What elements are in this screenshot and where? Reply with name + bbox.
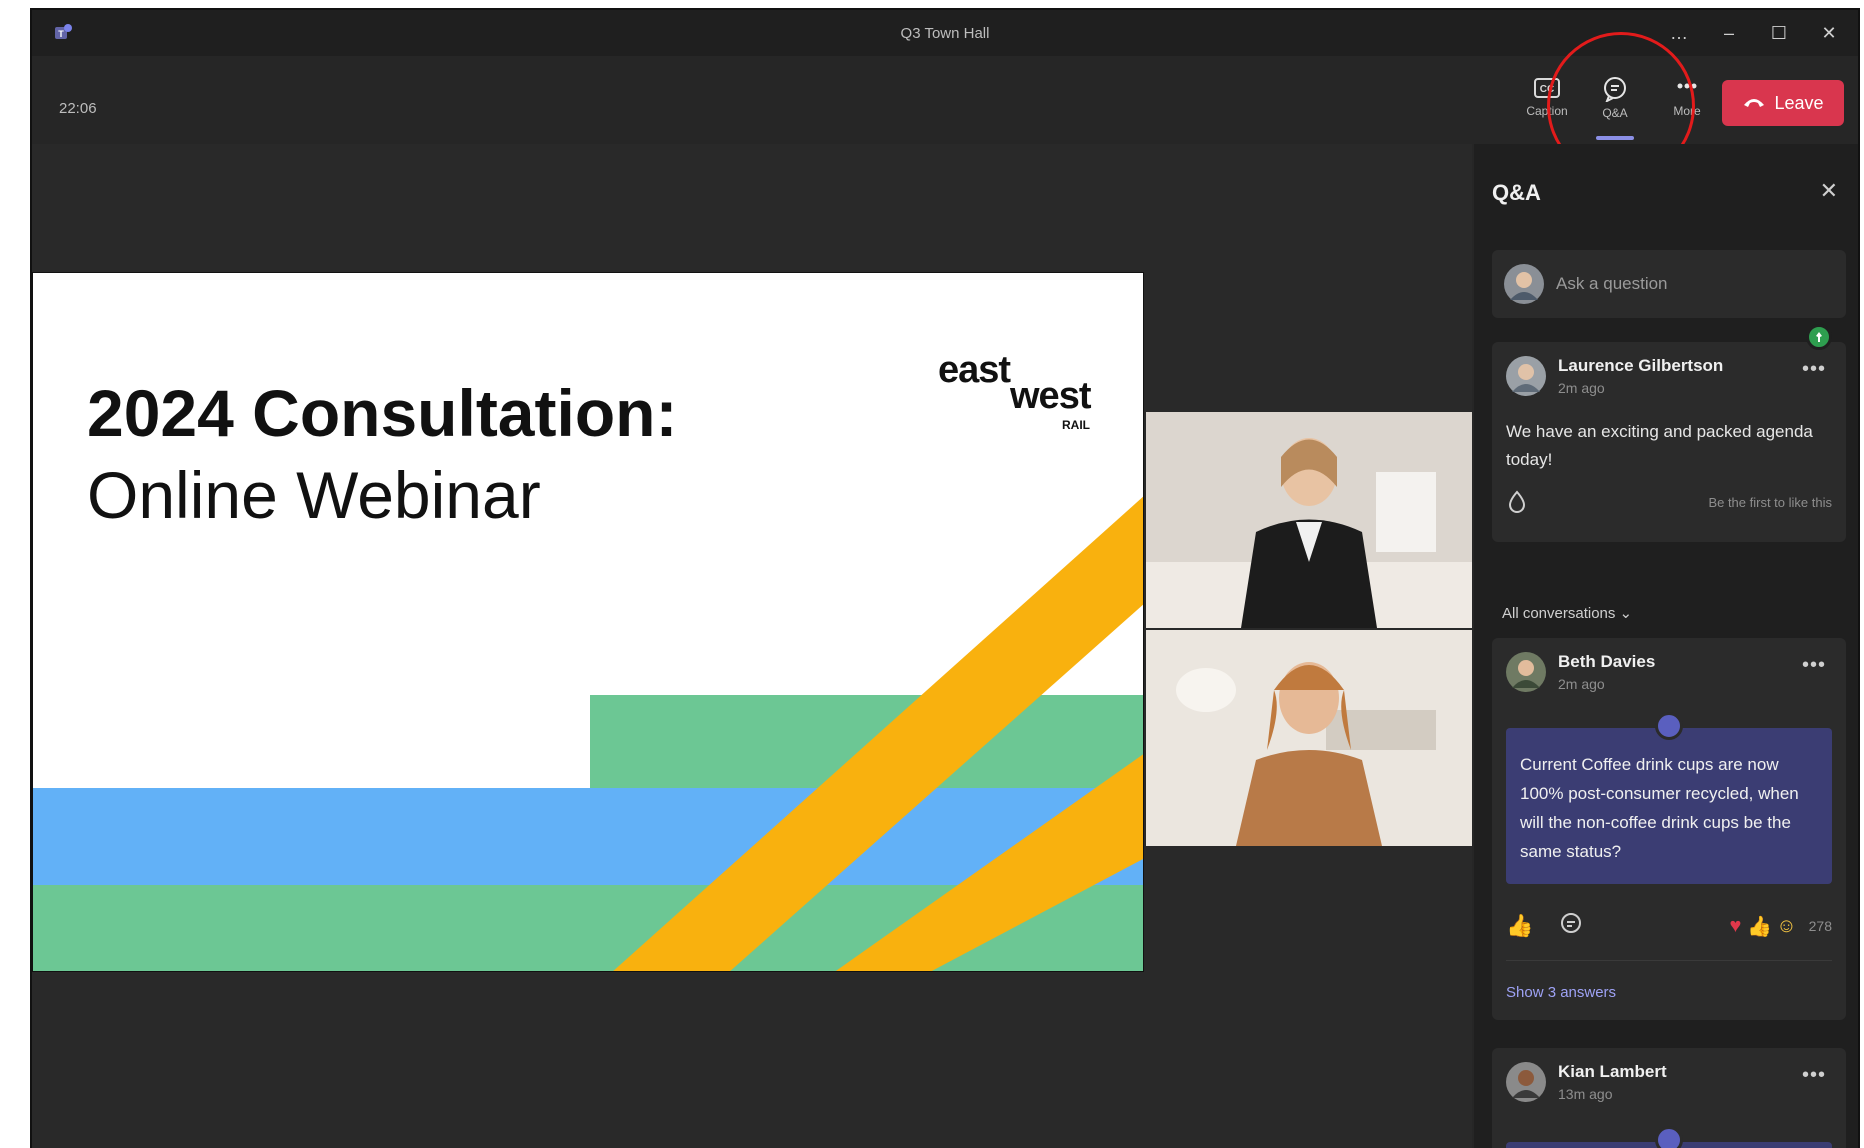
maximize-button[interactable]: ☐	[1754, 18, 1804, 48]
qa-panel: Q&A ✕ Ask a question Laurence Gilbertson…	[1474, 144, 1858, 1148]
participant-video-1[interactable]	[1146, 412, 1472, 628]
question-card: Beth Davies 2m ago ••• Current Coffee dr…	[1492, 638, 1846, 1020]
leave-button[interactable]: Leave	[1722, 80, 1844, 126]
avatar	[1506, 356, 1546, 396]
like-icon[interactable]	[1506, 490, 1528, 517]
slide-subtitle: Online Webinar	[87, 458, 541, 532]
show-answers-link[interactable]: Show 3 answers	[1506, 984, 1616, 1001]
author-name: Laurence Gilbertson	[1558, 356, 1724, 375]
author-name: Beth Davies	[1558, 652, 1656, 671]
question-options-button[interactable]: •••	[1802, 1064, 1826, 1087]
qa-label: Q&A	[1602, 106, 1628, 120]
teams-meeting-window: T Q3 Town Hall … – ☐ ✕ 22:06 CC Caption …	[30, 8, 1860, 1148]
post-time: 2m ago	[1558, 380, 1605, 396]
phone-hangup-icon	[1742, 93, 1766, 114]
meeting-timer: 22:06	[59, 100, 97, 117]
qa-toolbar-button[interactable]: Q&A	[1582, 76, 1648, 140]
question-text: Current Coffee drink cups are now 100% p…	[1520, 755, 1799, 861]
question-options-button[interactable]: •••	[1802, 654, 1826, 677]
more-icon	[1654, 76, 1720, 100]
qa-icon	[1582, 76, 1648, 102]
divider	[1506, 960, 1832, 961]
ask-question-placeholder: Ask a question	[1556, 274, 1668, 293]
window-more-button[interactable]: …	[1654, 18, 1704, 48]
more-label: More	[1673, 104, 1701, 118]
question-card: Kian Lambert 13m ago •••	[1492, 1048, 1846, 1148]
thumbs-up-icon[interactable]: 👍	[1506, 913, 1533, 939]
message-text: We have an exciting and packed agenda to…	[1506, 422, 1813, 469]
title-bar: T Q3 Town Hall … – ☐ ✕	[32, 10, 1858, 56]
window-title: Q3 Town Hall	[900, 25, 990, 42]
avatar	[1506, 1062, 1546, 1102]
question-icon	[1655, 1126, 1683, 1148]
shared-presentation: 2024 Consultation: Online Webinar east w…	[32, 272, 1144, 972]
leave-label: Leave	[1774, 92, 1824, 113]
participant-video-2[interactable]	[1146, 630, 1472, 846]
my-avatar	[1504, 264, 1544, 304]
post-time: 2m ago	[1558, 676, 1605, 692]
close-qa-button[interactable]: ✕	[1820, 178, 1838, 204]
minimize-button[interactable]: –	[1704, 18, 1754, 48]
captions-label: Caption	[1526, 104, 1568, 118]
pin-icon	[1806, 324, 1832, 350]
slide-title: 2024 Consultation:	[87, 376, 678, 450]
question-bubble	[1506, 1126, 1832, 1148]
ask-question-input[interactable]: Ask a question	[1492, 250, 1846, 318]
question-icon	[1655, 712, 1683, 740]
svg-text:CC: CC	[1540, 84, 1554, 95]
author-name: Kian Lambert	[1558, 1062, 1667, 1081]
pinned-message-card: Laurence Gilbertson 2m ago ••• We have a…	[1492, 324, 1846, 542]
avatar	[1506, 652, 1546, 692]
close-window-button[interactable]: ✕	[1804, 18, 1854, 48]
qa-panel-title: Q&A	[1492, 180, 1541, 205]
reply-icon[interactable]	[1559, 912, 1583, 941]
conversation-filter-dropdown[interactable]: All conversations ⌄	[1502, 604, 1632, 622]
heart-reaction-icon: ♥	[1729, 914, 1742, 937]
post-time: 13m ago	[1558, 1086, 1613, 1102]
like-hint: Be the first to like this	[1708, 495, 1832, 510]
smile-reaction-icon: ☺	[1776, 914, 1797, 937]
like-reaction-icon: 👍	[1747, 915, 1773, 938]
message-options-button[interactable]: •••	[1802, 358, 1826, 381]
more-button[interactable]: More	[1654, 76, 1720, 136]
active-tab-indicator	[1596, 136, 1634, 140]
captions-icon: CC	[1514, 76, 1580, 100]
reaction-count: 278	[1808, 918, 1832, 934]
question-bubble: Current Coffee drink cups are now 100% p…	[1506, 712, 1832, 884]
captions-button[interactable]: CC Caption	[1514, 76, 1580, 136]
meeting-toolbar: 22:06 CC Caption Q&A More Leave	[32, 56, 1858, 144]
